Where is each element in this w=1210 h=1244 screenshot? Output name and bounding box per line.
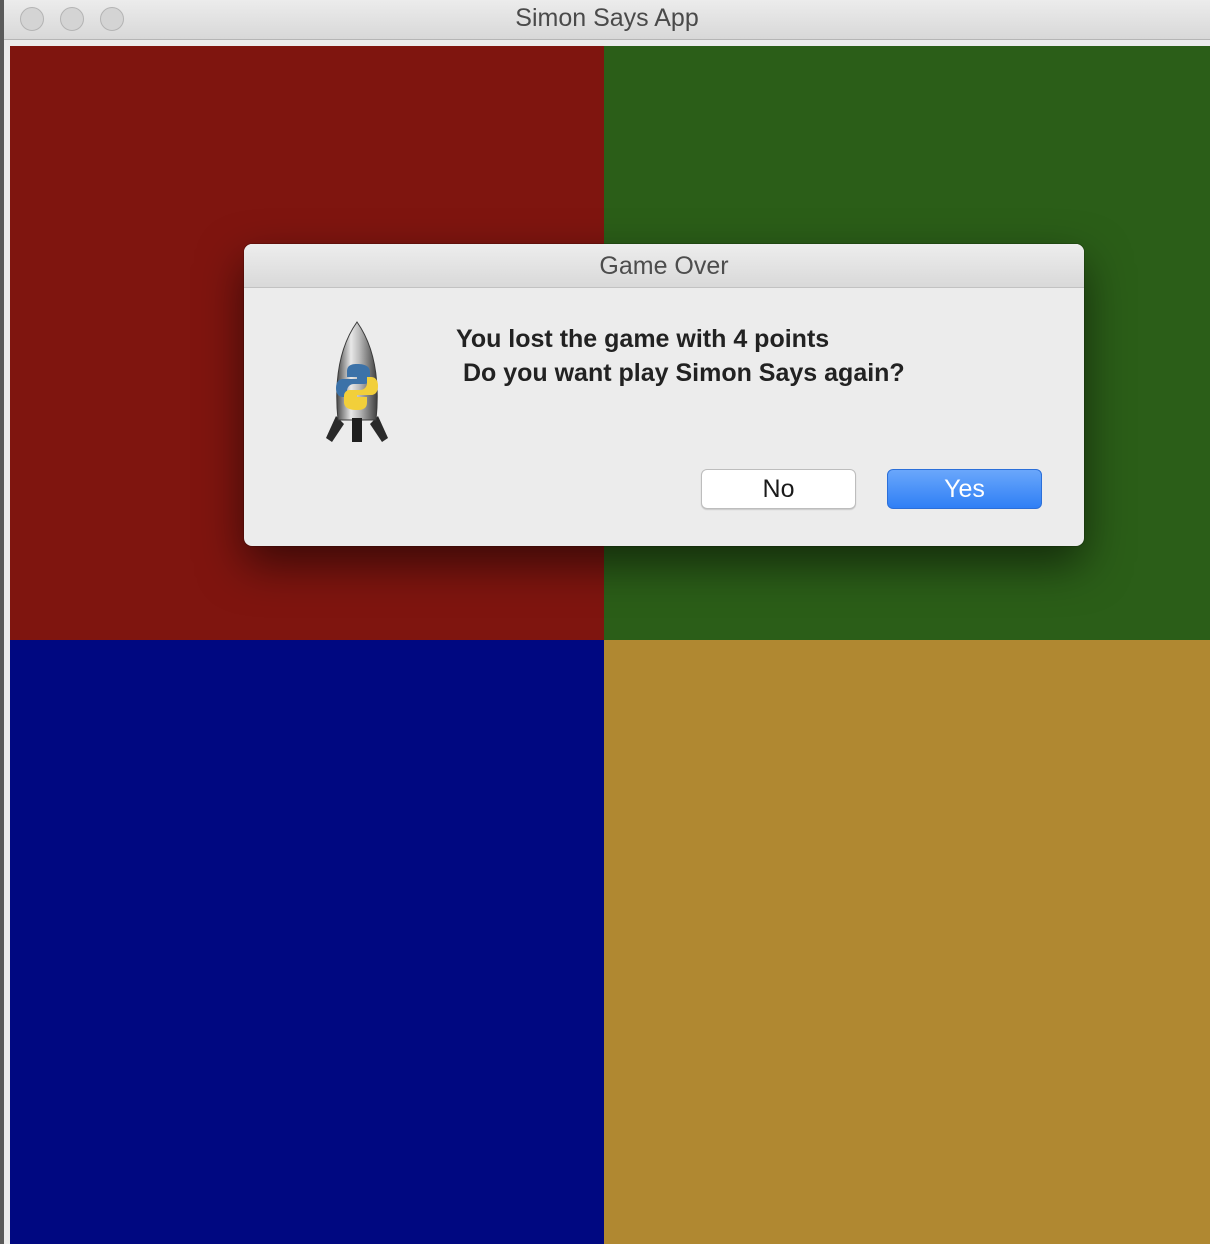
dialog-message: You lost the game with 4 points Do you w… <box>456 325 905 387</box>
yellow-pad[interactable] <box>604 640 1210 1244</box>
simon-board <box>10 46 1210 1244</box>
blue-pad[interactable] <box>10 640 604 1244</box>
dialog-titlebar: Game Over <box>244 244 1084 288</box>
app-window: Simon Says App <box>4 0 1210 1244</box>
dialog-title: Game Over <box>599 252 729 280</box>
python-launcher-rocket-icon <box>326 321 388 442</box>
no-button[interactable]: No <box>701 469 856 509</box>
window-titlebar[interactable]: Simon Says App <box>4 0 1210 40</box>
window-title: Simon Says App <box>515 4 699 32</box>
game-over-dialog: Game Over You lost the game with 4 point… <box>244 244 1084 546</box>
yes-button[interactable]: Yes <box>887 469 1042 509</box>
